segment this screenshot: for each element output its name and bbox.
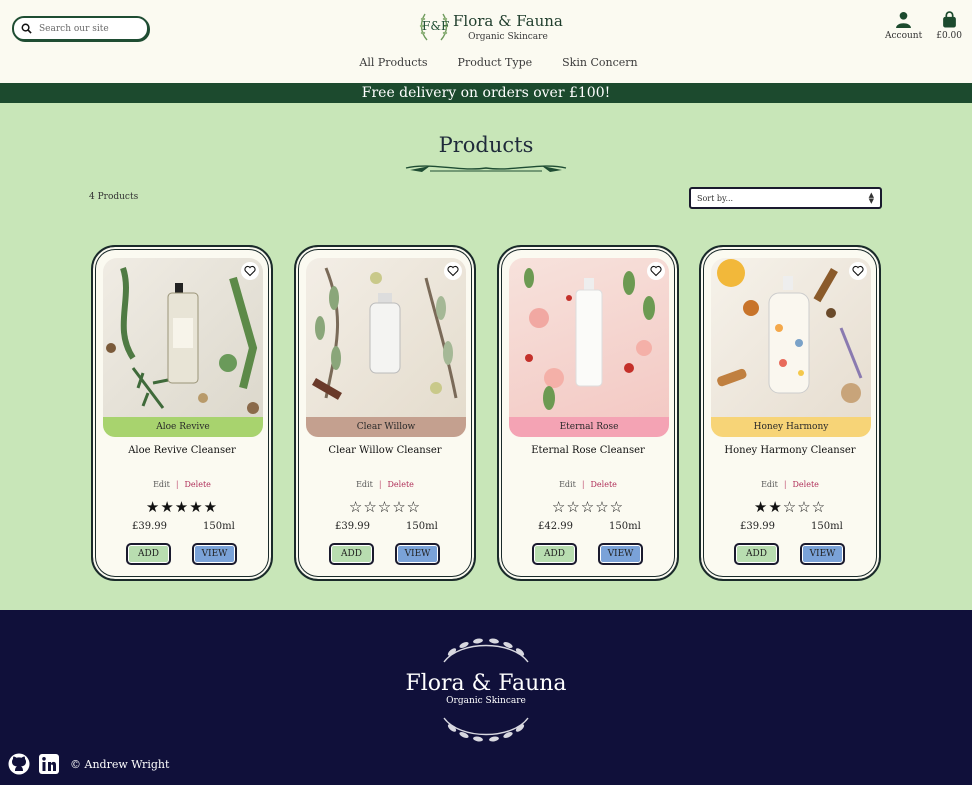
- product-tag: Clear Willow: [306, 417, 466, 437]
- search-icon: [21, 23, 32, 34]
- product-count: 4 Products: [89, 192, 139, 202]
- product-size: 150ml: [811, 521, 843, 532]
- product-name[interactable]: Clear Willow Cleanser: [296, 445, 474, 456]
- brand-subtitle: Organic Skincare: [468, 32, 548, 42]
- add-to-bag-button[interactable]: ADD: [329, 543, 374, 565]
- sort-arrows-icon: ▲ ▼: [868, 191, 874, 205]
- product-size: 150ml: [406, 521, 438, 532]
- flourish-divider-icon: [405, 165, 567, 172]
- edit-link[interactable]: Edit: [761, 480, 778, 489]
- delete-link[interactable]: Delete: [388, 480, 414, 489]
- main-nav: All Products Product Type Skin Concern: [0, 56, 972, 69]
- edit-link[interactable]: Edit: [153, 480, 170, 489]
- view-product-button[interactable]: VIEW: [192, 543, 237, 565]
- separator: |: [581, 480, 585, 489]
- nav-all-products[interactable]: All Products: [359, 56, 427, 69]
- sort-value: Sort by...: [697, 193, 734, 203]
- separator: |: [378, 480, 382, 489]
- delete-link[interactable]: Delete: [185, 480, 211, 489]
- product-image[interactable]: [711, 258, 871, 418]
- user-icon: [896, 11, 912, 28]
- copyright: © Andrew Wright: [70, 757, 170, 771]
- search-bar[interactable]: [12, 16, 149, 41]
- cart-link[interactable]: £0.00: [936, 11, 962, 41]
- product-card: Aloe Revive Aloe Revive Cleanser Edit | De…: [91, 245, 273, 581]
- site-footer: Flora & Fauna Organic Skincare © Andrew …: [0, 610, 972, 785]
- add-to-bag-button[interactable]: ADD: [126, 543, 171, 565]
- leaf-wreath-logo-icon: F&F: [419, 10, 449, 44]
- edit-link[interactable]: Edit: [356, 480, 373, 489]
- product-image[interactable]: [509, 258, 669, 418]
- view-product-button[interactable]: VIEW: [598, 543, 643, 565]
- view-product-button[interactable]: VIEW: [395, 543, 440, 565]
- site-header: F&F Flora & Fauna Organic Skincare Accou…: [0, 0, 972, 83]
- brand-monogram: F&F: [422, 19, 450, 33]
- footer-brand-subtitle: Organic Skincare: [446, 696, 526, 706]
- nav-skin-concern[interactable]: Skin Concern: [562, 56, 637, 69]
- brand-name: Flora & Fauna: [453, 12, 563, 30]
- product-card: Eternal Rose Eternal Rose Cleanser Edit |…: [497, 245, 679, 581]
- wishlist-heart-icon[interactable]: [444, 262, 462, 280]
- view-product-button[interactable]: VIEW: [800, 543, 845, 565]
- product-tag: Eternal Rose: [509, 417, 669, 437]
- footer-brand-name: Flora & Fauna: [405, 671, 567, 696]
- product-card: Honey Harmony Honey Harmony Cleanser Edi…: [699, 245, 881, 581]
- product-tag: Aloe Revive: [103, 417, 263, 437]
- add-to-bag-button[interactable]: ADD: [532, 543, 577, 565]
- product-size: 150ml: [203, 521, 235, 532]
- page-title: Products: [438, 133, 534, 157]
- product-tag: Honey Harmony: [711, 417, 871, 437]
- account-label: Account: [885, 31, 923, 41]
- product-price: £39.99: [335, 521, 370, 532]
- add-to-bag-button[interactable]: ADD: [734, 543, 779, 565]
- shopping-bag-icon: [942, 11, 956, 28]
- product-image[interactable]: [103, 258, 263, 418]
- product-size: 150ml: [609, 521, 641, 532]
- leaf-wreath-top-icon: [443, 638, 529, 663]
- product-price: £42.99: [538, 521, 573, 532]
- star-rating: ★★☆☆☆: [753, 498, 827, 516]
- product-price: £39.99: [132, 521, 167, 532]
- star-rating: ★★★★★: [145, 498, 219, 516]
- sort-select[interactable]: Sort by... ▲ ▼: [689, 187, 882, 209]
- wishlist-heart-icon[interactable]: [647, 262, 665, 280]
- linkedin-icon[interactable]: [38, 753, 60, 775]
- product-price: £39.99: [740, 521, 775, 532]
- account-link[interactable]: Account: [885, 11, 922, 41]
- cart-total: £0.00: [936, 31, 962, 41]
- nav-product-type[interactable]: Product Type: [458, 56, 533, 69]
- product-name[interactable]: Honey Harmony Cleanser: [701, 445, 879, 456]
- github-icon[interactable]: [8, 753, 30, 775]
- wishlist-heart-icon[interactable]: [241, 262, 259, 280]
- product-name[interactable]: Aloe Revive Cleanser: [93, 445, 271, 456]
- search-input[interactable]: [39, 23, 139, 34]
- separator: |: [175, 480, 179, 489]
- delete-link[interactable]: Delete: [591, 480, 617, 489]
- star-rating: ☆☆☆☆☆: [551, 498, 625, 516]
- product-name[interactable]: Eternal Rose Cleanser: [499, 445, 677, 456]
- star-rating: ☆☆☆☆☆: [348, 498, 422, 516]
- delivery-banner: Free delivery on orders over £100!: [0, 83, 972, 103]
- product-image[interactable]: [306, 258, 466, 418]
- edit-link[interactable]: Edit: [559, 480, 576, 489]
- wishlist-heart-icon[interactable]: [849, 262, 867, 280]
- brand-logo-link[interactable]: F&F Flora & Fauna Organic Skincare: [419, 10, 563, 44]
- separator: |: [783, 480, 787, 489]
- delete-link[interactable]: Delete: [793, 480, 819, 489]
- leaf-wreath-bottom-icon: [443, 717, 529, 742]
- product-card: Clear Willow Clear Willow Cleanser Edit |…: [294, 245, 476, 581]
